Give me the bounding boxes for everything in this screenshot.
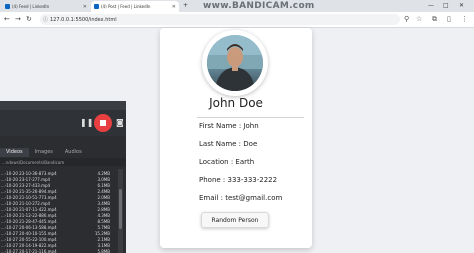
back-icon[interactable]: ←: [4, 15, 10, 23]
tab-images[interactable]: Images: [29, 148, 59, 157]
minimize-icon[interactable]: —: [428, 2, 434, 9]
new-tab-icon[interactable]: +: [183, 2, 188, 9]
linkedin-icon: [94, 4, 99, 9]
menu-icon[interactable]: ⋮: [461, 15, 468, 23]
random-person-button[interactable]: Random Person: [201, 212, 269, 228]
tab-videos[interactable]: Videos: [0, 148, 29, 157]
last-name-text: Last Name : Doe: [199, 140, 258, 148]
address-bar: ← → ↻ ⓘ 127.0.0.1:5500/index.html ⚲ ☆ ⧉ …: [0, 12, 474, 28]
zoom-icon[interactable]: ⚲: [404, 15, 409, 23]
file-name: ...-10-27 20-17-21-116.mp4: [1, 249, 57, 253]
avatar: [207, 35, 263, 91]
browser-tab-1[interactable]: (4) Feed | LinkedIn ✕: [2, 1, 90, 12]
tab-audios[interactable]: Audios: [59, 148, 88, 157]
sidebar-icon[interactable]: ▯: [447, 15, 451, 23]
close-window-icon[interactable]: ✕: [459, 2, 464, 9]
list-item[interactable]: ...-10-27 20-17-21-116.mp4 5.8MB: [0, 247, 116, 253]
browser-tab-2[interactable]: (4) Post | Feed | LinkedIn ✕: [91, 1, 179, 12]
reload-icon[interactable]: ↻: [26, 15, 32, 23]
url-text: 127.0.0.1:5500/index.html: [50, 16, 117, 23]
profile-name: John Doe: [209, 96, 263, 110]
profile-card: John Doe First Name : John Last Name : D…: [160, 28, 312, 248]
tab-label: (4) Post | Feed | LinkedIn: [101, 4, 151, 9]
forward-icon[interactable]: →: [15, 15, 21, 23]
recording-watermark: www.BANDICAM.com: [203, 1, 315, 11]
avatar-frame: [202, 30, 268, 96]
phone-text: Phone : 333-333-2222: [199, 176, 278, 184]
site-info-icon[interactable]: ⓘ: [43, 16, 48, 23]
linkedin-icon: [5, 4, 10, 9]
recorder-tabs: Videos Images Audios: [0, 148, 126, 157]
location-text: Location : Earth: [199, 158, 255, 166]
stop-record-button[interactable]: [94, 114, 112, 132]
recorder-titlebar: [0, 101, 126, 110]
extensions-icon[interactable]: ⧉: [432, 15, 437, 24]
first-name-text: First Name : John: [199, 122, 259, 130]
pause-icon[interactable]: ❚❚: [80, 118, 93, 127]
file-size: 5.8MB: [97, 249, 110, 253]
close-icon[interactable]: ✕: [172, 4, 176, 10]
divider: [197, 117, 304, 118]
email-text: Email : test@gmail.com: [199, 194, 283, 202]
close-icon[interactable]: ✕: [83, 4, 87, 10]
url-field[interactable]: ⓘ 127.0.0.1:5500/index.html: [40, 14, 400, 25]
tab-label: (4) Feed | LinkedIn: [12, 4, 50, 9]
maximize-icon[interactable]: □: [443, 2, 449, 9]
scrollbar[interactable]: [118, 169, 123, 253]
scrollbar-thumb[interactable]: [119, 189, 122, 229]
star-icon[interactable]: ☆: [416, 15, 422, 23]
recorder-window: ❚❚ ◙ Videos Images Audios ...ndows\Docum…: [0, 101, 126, 253]
camera-icon[interactable]: ◙: [116, 118, 124, 127]
output-path: ...ndows\Documents\Bandicam: [0, 158, 126, 166]
